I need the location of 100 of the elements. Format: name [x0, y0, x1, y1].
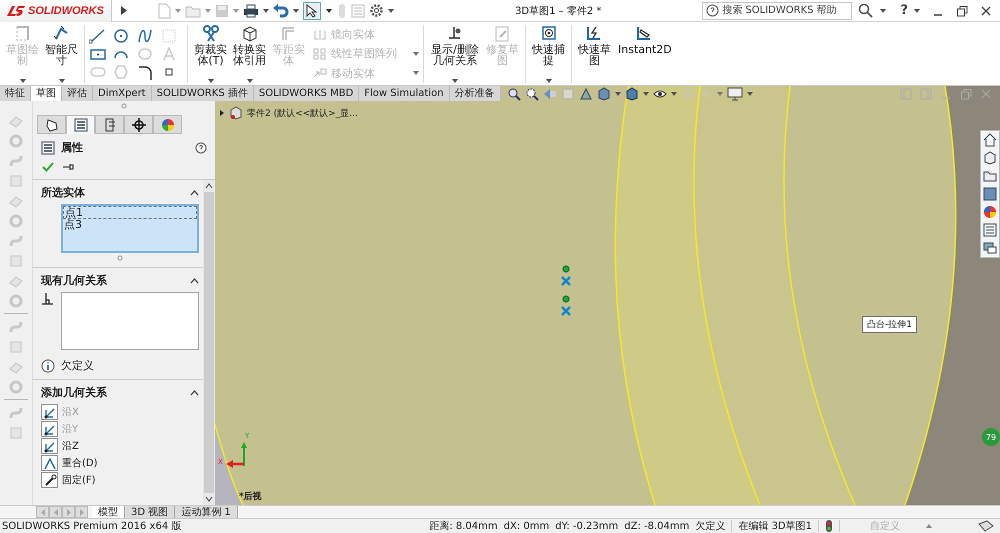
- triangle-icon: [120, 6, 127, 15]
- relation-label: 沿Z: [62, 440, 79, 453]
- print-icon[interactable]: [243, 4, 259, 18]
- restore-icon[interactable]: [956, 4, 968, 16]
- caret-icon[interactable]: [880, 8, 886, 12]
- tile-icon[interactable]: [920, 88, 932, 100]
- relation-label: 沿X: [62, 406, 79, 419]
- app-logo[interactable]: SOLIDWORKS: [0, 0, 112, 22]
- line-icon[interactable]: [89, 28, 107, 44]
- zoom-area-icon[interactable]: [525, 87, 539, 101]
- coincident-icon: [42, 456, 56, 470]
- product-name: SOLIDWORKS Premium 2016 x64 版: [2, 520, 182, 533]
- repair-icon: [494, 25, 512, 43]
- move-icon: [313, 67, 327, 80]
- list-icon[interactable]: [983, 223, 997, 237]
- fillet-icon[interactable]: [137, 64, 153, 80]
- caret-icon: [546, 79, 552, 83]
- sketch-status: 欠定义: [695, 520, 726, 533]
- close-icon[interactable]: [980, 4, 992, 16]
- panel-tab[interactable]: [37, 115, 66, 134]
- relation-button[interactable]: [41, 404, 58, 420]
- axis-triad-drawing: [226, 442, 248, 468]
- relation-button[interactable]: [41, 421, 58, 437]
- caret-icon[interactable]: [914, 8, 920, 12]
- scrollbar-thumb[interactable]: [204, 192, 214, 493]
- home-icon[interactable]: [983, 133, 997, 147]
- relations-list[interactable]: [61, 292, 199, 350]
- caret-icon: [452, 79, 458, 83]
- checkmark-icon[interactable]: [42, 162, 54, 172]
- relation-label: 沿Y: [62, 423, 78, 436]
- model-tab[interactable]: 模型: [92, 506, 125, 518]
- scissors-icon: [202, 25, 220, 43]
- feature-tree-item[interactable]: 零件2 (默认<<默认>_显...: [247, 106, 358, 120]
- perpendicular-icon: [41, 292, 55, 306]
- logo-mark-icon: [6, 4, 26, 18]
- panel-tab[interactable]: [95, 115, 124, 134]
- tooltip: 凸台-拉伸1: [862, 316, 917, 333]
- relation-button[interactable]: [41, 472, 58, 488]
- target-icon: [540, 25, 558, 43]
- grip-icon[interactable]: [121, 103, 127, 109]
- spline-icon[interactable]: [137, 28, 153, 44]
- ribbon-button[interactable]: 显示/删除几何关系: [428, 25, 482, 83]
- relation-button[interactable]: [41, 438, 58, 454]
- scrollbar[interactable]: [203, 180, 215, 505]
- model-tab[interactable]: 3D 视图: [125, 506, 176, 518]
- logo-text: SOLIDWORKS: [28, 4, 104, 16]
- cube-icon[interactable]: [983, 151, 997, 165]
- sketch-icon: [14, 25, 32, 43]
- scroll-up-icon[interactable]: [205, 183, 213, 189]
- search-icon[interactable]: [858, 2, 874, 18]
- pointer-icon: [306, 4, 318, 18]
- list-item[interactable]: 点3: [63, 219, 197, 230]
- panel-tab[interactable]: [66, 115, 95, 134]
- caret-icon[interactable]: [293, 8, 299, 12]
- caret-icon[interactable]: [263, 8, 269, 12]
- list-item[interactable]: 点1: [63, 206, 197, 219]
- folder-icon[interactable]: [983, 169, 997, 183]
- info-icon: [41, 358, 55, 372]
- undo-icon[interactable]: [273, 4, 289, 18]
- ribbon-button[interactable]: Instant2D: [615, 25, 675, 83]
- help-button[interactable]: ?: [900, 3, 908, 18]
- ribbon-button[interactable]: 转换实体引用: [231, 25, 268, 83]
- color-wheel-icon[interactable]: [983, 205, 997, 219]
- ribbon-button[interactable]: 智能尺寸: [43, 25, 80, 83]
- panel-tab[interactable]: [124, 115, 153, 134]
- list-icon: [74, 118, 88, 132]
- settings-icon[interactable]: [369, 3, 384, 18]
- measurement-readout: dZ: -8.04mm: [624, 520, 690, 532]
- expand-icon[interactable]: [219, 109, 225, 117]
- circle-icon[interactable]: [113, 28, 129, 44]
- panel-title: 属性: [61, 140, 83, 155]
- monitor-icon[interactable]: [727, 87, 743, 101]
- help-icon: [706, 4, 720, 17]
- collapse-icon[interactable]: [190, 390, 199, 396]
- collapse-icon[interactable]: [190, 278, 199, 284]
- anchor-icon: [42, 473, 56, 487]
- expand-menu-button[interactable]: [118, 6, 129, 15]
- pin-icon[interactable]: [62, 162, 74, 172]
- select-tool-button[interactable]: [303, 2, 321, 20]
- zoom-icon[interactable]: [507, 87, 521, 101]
- command-tab[interactable]: 草图: [31, 86, 62, 101]
- search-field[interactable]: 搜索 SOLIDWORKS 帮助: [702, 2, 852, 20]
- ribbon-button[interactable]: 剪裁实体(T): [192, 25, 229, 83]
- ribbon-button[interactable]: 快速捕捉: [530, 25, 567, 83]
- grip-icon[interactable]: [117, 255, 123, 261]
- collapse-icon[interactable]: [190, 190, 199, 196]
- caret-icon[interactable]: [388, 8, 394, 12]
- cube-icon: [240, 25, 258, 43]
- scroll-down-icon[interactable]: [205, 496, 213, 502]
- model-tab[interactable]: 运动算例 1: [175, 506, 238, 518]
- caret-icon: [58, 79, 64, 83]
- measurement-readout: dX: 0mm: [504, 520, 550, 532]
- view-name: *后视: [239, 490, 262, 503]
- selection-list[interactable]: 点1 点3: [61, 204, 199, 253]
- relation-label: 固定(F): [62, 474, 96, 487]
- tile-icon[interactable]: [900, 88, 912, 100]
- section-heading: 添加几何关系: [41, 385, 107, 400]
- ribbon-button[interactable]: 快速草图: [576, 25, 613, 83]
- caret-icon: [208, 79, 214, 83]
- help-icon[interactable]: [195, 142, 207, 154]
